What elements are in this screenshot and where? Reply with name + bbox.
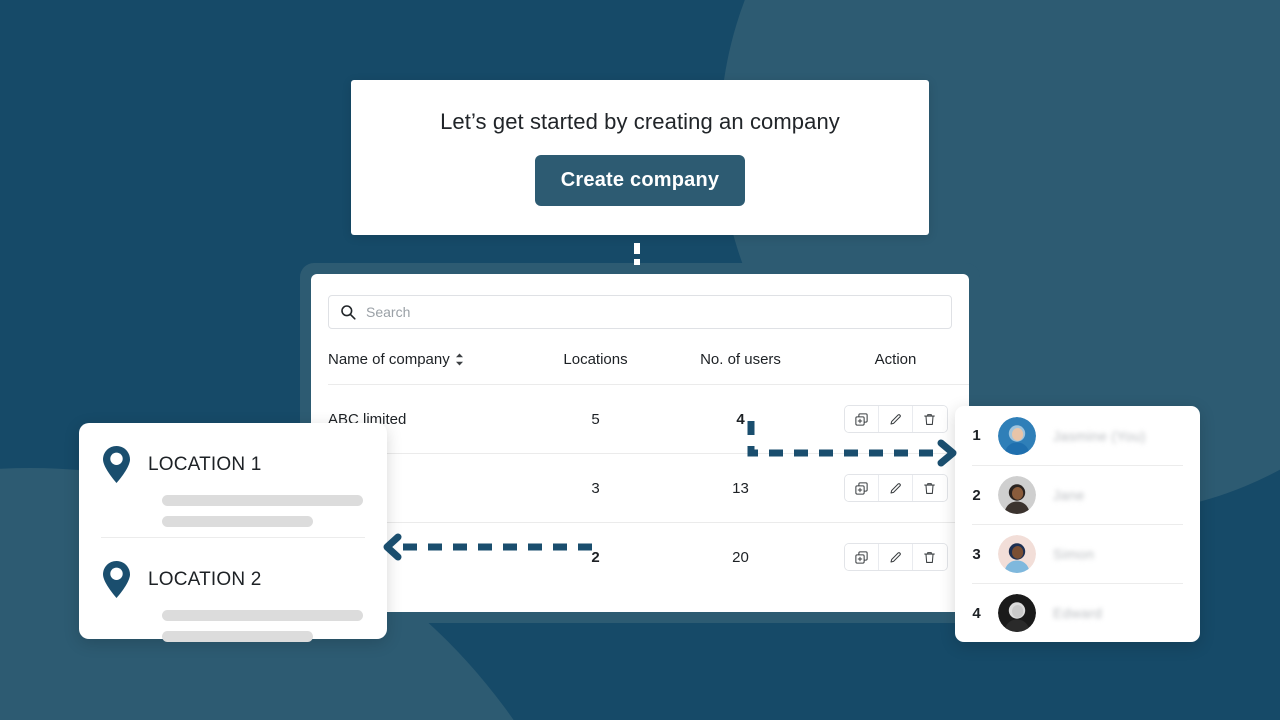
create-company-card: Let’s get started by creating an company…: [351, 80, 929, 235]
table-row[interactable]: oduct313: [328, 453, 969, 523]
trash-icon: [924, 413, 935, 425]
cell-users-count: 13: [663, 453, 818, 523]
hero-to-table-connector: [634, 243, 640, 267]
cell-actions: [818, 523, 969, 592]
page-root: Let’s get started by creating an company…: [0, 0, 1280, 720]
cell-users-count: 4: [663, 384, 818, 454]
avatar: [998, 535, 1036, 573]
cell-locations-count: 2: [591, 548, 600, 566]
duplicate-icon: [854, 550, 868, 564]
sort-updown-icon[interactable]: [455, 353, 464, 366]
duplicate-icon: [854, 481, 868, 495]
avatar-edward: [998, 594, 1036, 632]
list-item[interactable]: 2 Jane: [972, 465, 1183, 524]
trash-icon: [924, 482, 935, 494]
search-icon: [341, 305, 356, 320]
location-title: LOCATION 1: [148, 454, 262, 475]
cell-locations-count: 5: [528, 384, 663, 454]
user-name: Edward: [1053, 605, 1103, 621]
edit-button[interactable]: [878, 544, 913, 570]
cell-locations-count: 3: [528, 453, 663, 523]
table-header-row: Name of company Locations No. of users A…: [328, 337, 969, 385]
skeleton-line: [162, 610, 363, 621]
user-rank: 3: [972, 545, 981, 563]
avatar: [998, 594, 1036, 632]
user-rank: 4: [972, 604, 981, 622]
action-button-group: [843, 405, 948, 433]
avatar-simon: [998, 535, 1036, 573]
locations-card: LOCATION 1 LOCATION 2: [79, 423, 387, 642]
location-header: LOCATION 2: [101, 560, 365, 600]
trash-icon: [924, 551, 935, 563]
list-item[interactable]: 4 Edward: [972, 583, 1183, 642]
cell-users-count: 20: [732, 548, 749, 566]
search-input[interactable]: [366, 304, 940, 320]
edit-button[interactable]: [878, 475, 913, 501]
avatar: [998, 416, 1036, 455]
avatar-jasmine: [998, 416, 1036, 455]
sort-name-of-company[interactable]: Name of company: [328, 351, 464, 368]
action-button-group: [843, 474, 948, 502]
list-item[interactable]: LOCATION 1: [101, 423, 365, 537]
delete-button[interactable]: [912, 406, 947, 432]
map-pin-icon: [103, 561, 130, 598]
avatar-jane: [998, 476, 1036, 514]
list-item[interactable]: 1 Jasmine (You): [972, 406, 1183, 465]
column-label-name: Name of company: [328, 351, 450, 368]
skeleton-line: [162, 631, 313, 642]
table-row[interactable]: ABC limited 5 4: [328, 384, 969, 454]
edit-button[interactable]: [878, 406, 913, 432]
user-name: Jasmine (You): [1053, 427, 1146, 444]
column-header-action: Action: [818, 337, 969, 385]
user-rank: 1: [972, 427, 981, 444]
duplicate-button[interactable]: [844, 475, 879, 501]
table-window-frame: Name of company Locations No. of users A…: [300, 263, 980, 623]
action-button-group: [843, 543, 948, 571]
create-company-button[interactable]: Create company: [534, 155, 746, 206]
column-header-name: Name of company: [328, 337, 528, 385]
user-name: Jane: [1053, 487, 1085, 503]
column-header-locations: Locations: [528, 337, 663, 385]
duplicate-button[interactable]: [844, 406, 879, 432]
pencil-icon: [889, 482, 901, 494]
user-rank: 2: [972, 486, 981, 504]
avatar: [998, 476, 1036, 514]
list-item[interactable]: 3 Simon: [972, 524, 1183, 583]
pencil-icon: [889, 551, 901, 563]
company-table-card: Name of company Locations No. of users A…: [311, 274, 969, 612]
list-item[interactable]: LOCATION 2: [101, 537, 365, 652]
user-name: Simon: [1053, 546, 1095, 562]
skeleton-line: [162, 495, 363, 506]
column-header-users: No. of users: [663, 337, 818, 385]
company-table: Name of company Locations No. of users A…: [328, 337, 969, 591]
search-bar[interactable]: [328, 295, 952, 329]
cell-actions: [818, 384, 969, 454]
pencil-icon: [889, 413, 901, 425]
cell-actions: [818, 453, 969, 523]
location-header: LOCATION 1: [101, 445, 365, 485]
map-pin-icon: [103, 446, 130, 483]
location-title: LOCATION 2: [148, 569, 262, 590]
duplicate-button[interactable]: [844, 544, 879, 570]
table-header: Name of company Locations No. of users A…: [328, 337, 969, 385]
users-card: 1 Jasmine (You) 2 Jane 3 Simon 4 Edward: [955, 406, 1200, 642]
table-row[interactable]: 2 20: [328, 523, 969, 592]
duplicate-icon: [854, 412, 868, 426]
page-title: Let’s get started by creating an company: [440, 109, 840, 134]
table-body: ABC limited54oduct313 2 20: [328, 384, 969, 592]
skeleton-line: [162, 516, 313, 527]
delete-button[interactable]: [912, 544, 947, 570]
delete-button[interactable]: [912, 475, 947, 501]
